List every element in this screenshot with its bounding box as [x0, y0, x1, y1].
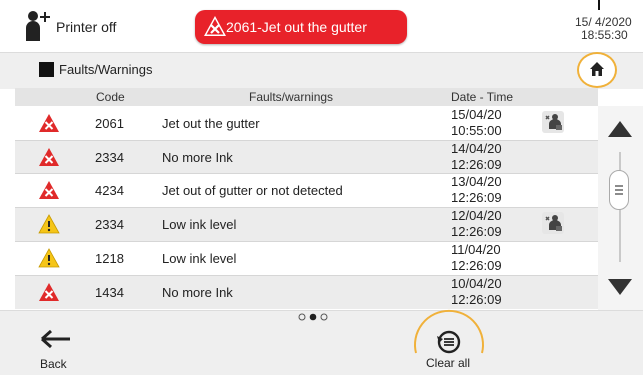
home-icon	[590, 62, 604, 76]
fault-code: 4234	[95, 183, 124, 198]
page-dot	[298, 313, 306, 321]
error-alert-icon	[204, 16, 226, 36]
header-time: 18:55:30	[581, 28, 628, 42]
row-divider	[15, 207, 598, 208]
technician-icon[interactable]	[542, 111, 564, 133]
scroll-down-arrow-icon[interactable]	[607, 278, 633, 296]
fault-time: 12:26:09	[451, 258, 502, 273]
row-divider	[15, 140, 598, 141]
fault-message: Low ink level	[162, 251, 237, 266]
fault-date: 14/04/20	[451, 141, 502, 156]
alert-text: 2061-Jet out the gutter	[226, 19, 367, 35]
fault-date: 13/04/20	[451, 174, 502, 189]
back-arrow-icon[interactable]	[38, 324, 74, 354]
fault-time: 12:26:09	[451, 190, 502, 205]
back-button-label[interactable]: Back	[40, 357, 67, 371]
section-marker-icon	[39, 62, 54, 77]
clear-all-label[interactable]: Clear all	[426, 356, 470, 370]
error-icon	[39, 114, 59, 132]
fault-message: No more Ink	[162, 285, 233, 300]
column-header-datetime: Date - Time	[451, 90, 514, 104]
fault-message: Jet out of gutter or not detected	[162, 183, 343, 198]
fault-time: 12:26:09	[451, 292, 502, 307]
row-divider	[15, 173, 598, 174]
grip-icon	[615, 185, 623, 195]
warning-icon	[38, 214, 60, 234]
table-row[interactable]: 4234 Jet out of gutter or not detected 13/…	[15, 173, 598, 207]
column-header-faults: Faults/warnings	[249, 90, 334, 104]
row-divider	[15, 241, 598, 242]
printer-status: Printer off	[56, 19, 117, 35]
fault-time: 10:55:00	[451, 123, 502, 138]
fault-message: Low ink level	[162, 217, 237, 232]
scroll-up-arrow-icon[interactable]	[607, 120, 633, 138]
fault-message: No more Ink	[162, 150, 233, 165]
fault-date: 11/04/20	[451, 242, 501, 257]
error-icon	[39, 283, 59, 301]
fault-time: 12:26:09	[451, 224, 502, 239]
warning-icon	[38, 248, 60, 268]
fault-code: 2334	[95, 150, 124, 165]
page-title: Faults/Warnings	[59, 62, 153, 77]
column-header-code: Code	[96, 90, 125, 104]
row-divider	[15, 275, 598, 276]
printer-user-icon[interactable]	[24, 9, 52, 43]
callout-line	[598, 0, 600, 10]
table-row[interactable]: 1218 Low ink level 11/04/20 12:26:09	[15, 241, 598, 275]
fault-code: 2061	[95, 116, 124, 131]
fault-date: 15/04/20	[451, 107, 502, 122]
header-date: 15/ 4/2020	[575, 15, 632, 29]
fault-code: 1218	[95, 251, 124, 266]
clear-all-icon	[437, 330, 461, 354]
technician-icon[interactable]	[542, 212, 564, 234]
table-row[interactable]: 2334 No more Ink 14/04/20 12:26:09	[15, 140, 598, 174]
table-row[interactable]: 1434 No more Ink 10/04/20 12:26:09	[15, 275, 598, 309]
scrollbar-thumb[interactable]	[609, 170, 629, 210]
table-row[interactable]: 2061 Jet out the gutter 15/04/20 10:55:00	[15, 106, 598, 140]
fault-time: 12:26:09	[451, 157, 502, 172]
page-dot	[320, 313, 328, 321]
fault-code: 2334	[95, 217, 124, 232]
fault-date: 12/04/20	[451, 208, 502, 223]
error-icon	[39, 181, 59, 199]
fault-date: 10/04/20	[451, 276, 502, 291]
error-icon	[39, 148, 59, 166]
fault-message: Jet out the gutter	[162, 116, 260, 131]
page-dot-active	[309, 313, 317, 321]
fault-code: 1434	[95, 285, 124, 300]
table-row[interactable]: 2334 Low ink level 12/04/20 12:26:09	[15, 207, 598, 241]
pagination-dots[interactable]	[297, 312, 337, 322]
